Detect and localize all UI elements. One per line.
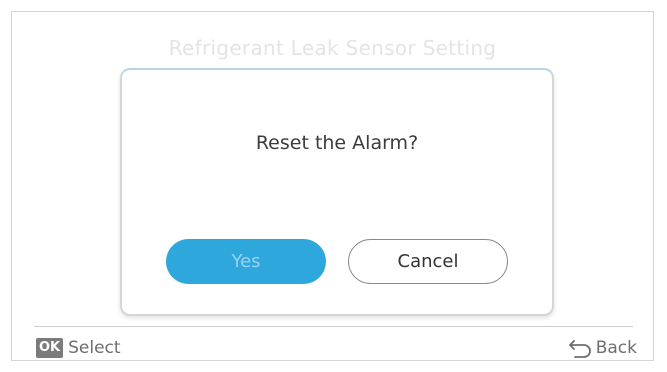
footer-divider [34,326,633,327]
confirm-dialog: Reset the Alarm? Yes Cancel [120,68,554,316]
back-arrow-icon [568,340,591,358]
screen-title: Refrigerant Leak Sensor Setting [168,36,497,60]
back-label: Back [595,338,637,358]
footer-select-hint: OK Select [36,338,121,358]
device-screen: Refrigerant Leak Sensor Setting Reset th… [11,11,654,361]
select-label: Select [68,338,121,358]
footer-back-hint[interactable]: Back [567,338,637,358]
yes-button[interactable]: Yes [166,239,326,284]
ok-key-badge: OK [36,338,64,358]
dialog-message: Reset the Alarm? [255,132,419,154]
cancel-button[interactable]: Cancel [348,239,508,284]
